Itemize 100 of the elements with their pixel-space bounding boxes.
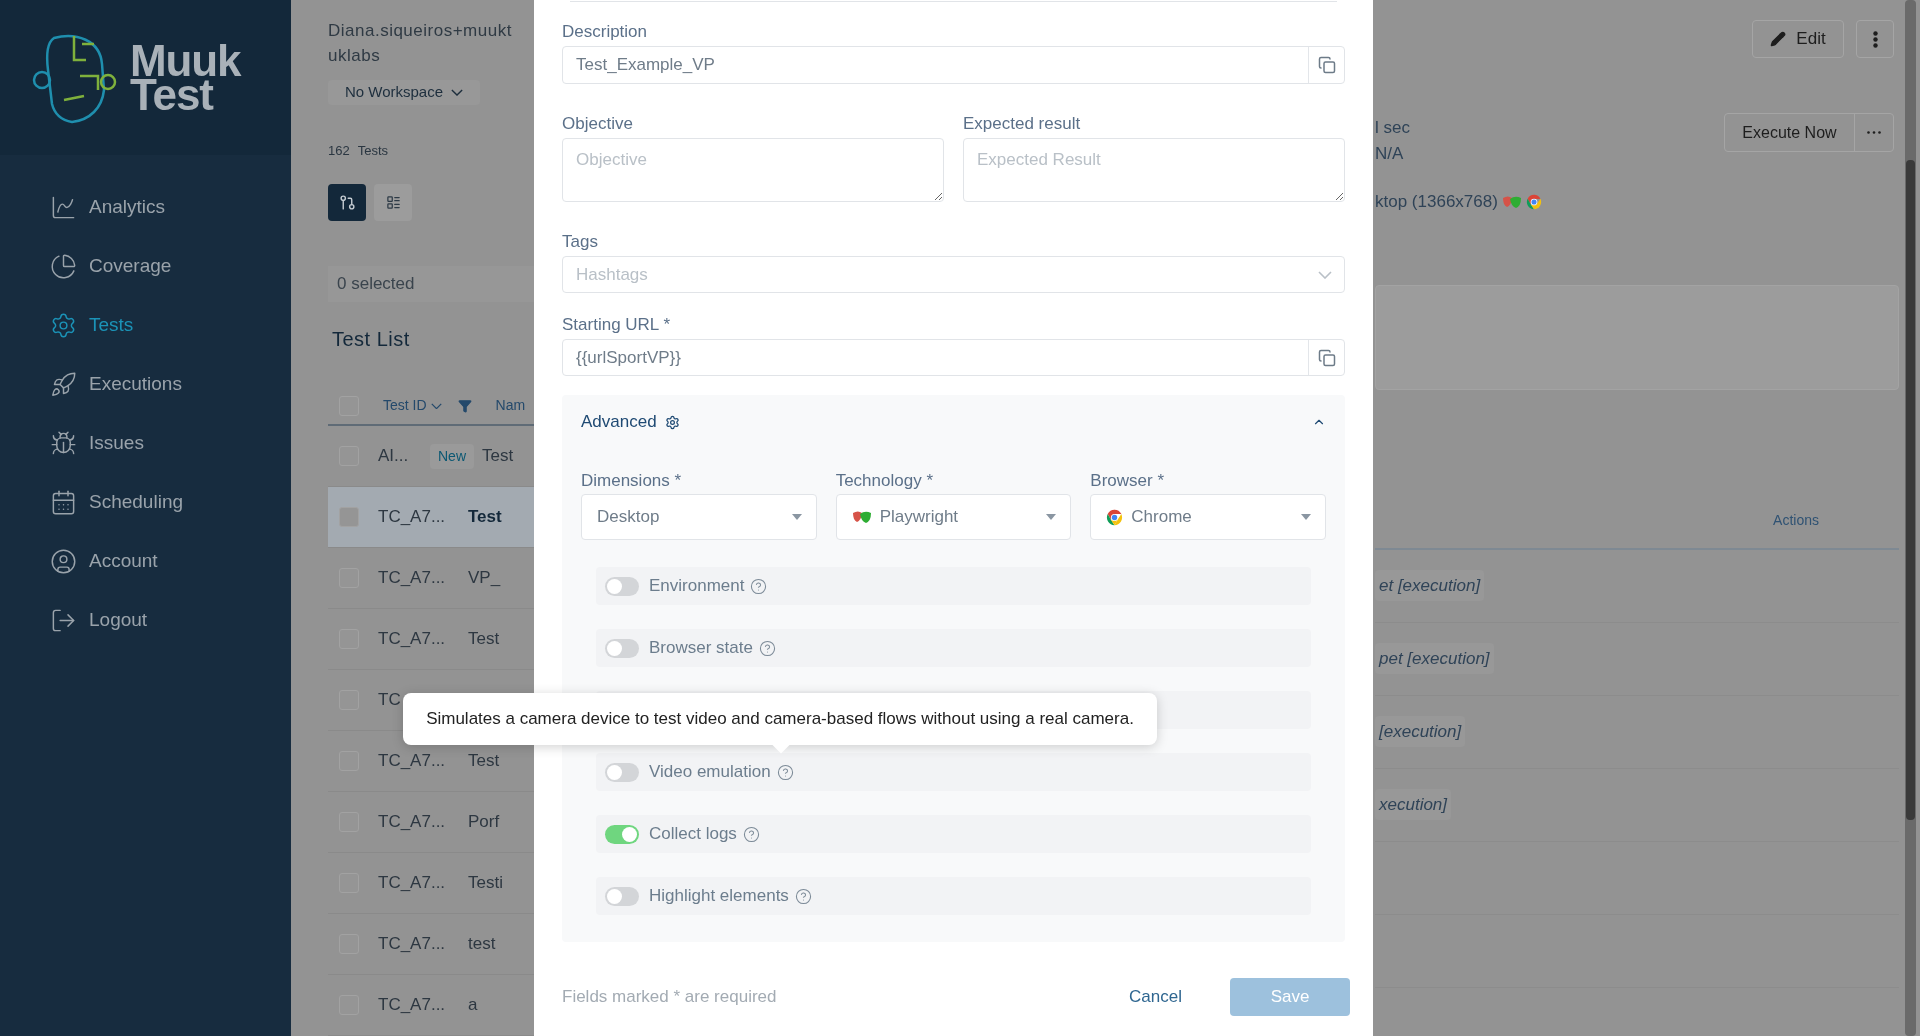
test-row[interactable]: TC_A7... test: [328, 914, 534, 975]
pencil-icon: [1770, 31, 1787, 47]
test-count: 162: [328, 141, 350, 160]
workspace-dropdown[interactable]: No Workspace: [328, 80, 480, 105]
filter-icon[interactable]: [457, 398, 472, 413]
test-row[interactable]: TC_A7... VP_: [328, 548, 534, 609]
help-icon[interactable]: [750, 577, 768, 595]
section-toggle[interactable]: Advanced: [581, 409, 657, 435]
test-name: Test: [468, 750, 500, 773]
dropdown[interactable]: Playwright: [835, 494, 1072, 540]
description-field[interactable]: Test_Example_VP: [562, 46, 1345, 84]
option-label: Highlight elements: [649, 885, 789, 908]
field-label: Tags: [562, 231, 599, 253]
user-email: Diana.siqueiros+muukt: [328, 20, 513, 42]
test-row[interactable]: TC_A7... a: [328, 975, 534, 1036]
user-icon: [50, 547, 77, 575]
dropdown[interactable]: Chrome: [1090, 494, 1326, 540]
selection-count: 0 selected: [337, 273, 415, 296]
nav-item[interactable]: Account: [0, 543, 291, 579]
masks-icon: [851, 509, 872, 525]
text-area[interactable]: Expected Result: [963, 138, 1345, 202]
rocket-icon: [50, 370, 77, 398]
nav-item[interactable]: Logout: [0, 602, 291, 638]
field-label: Technology *: [835, 470, 934, 492]
chevron-down-icon: [451, 88, 464, 96]
test-name: Test: [468, 506, 502, 529]
required-note: Fields marked * are required: [562, 986, 778, 1009]
test-name: Test: [468, 628, 500, 651]
help-icon[interactable]: [776, 763, 794, 781]
ellipsis-icon: [1867, 131, 1881, 134]
list-title: Test List: [331, 326, 411, 352]
test-row[interactable]: TC_A7... Testi: [328, 853, 534, 914]
column-header[interactable]: Test ID: [383, 395, 427, 417]
pie-chart-icon: [50, 252, 77, 280]
help-icon[interactable]: [794, 887, 812, 905]
copy-icon: [1317, 348, 1336, 367]
logo-text: Muuk: [130, 43, 241, 78]
test-name: test: [468, 933, 496, 956]
detail-value: l sec: [1375, 117, 1410, 139]
browser-logo-icon: [1525, 193, 1542, 210]
test-name: Test: [482, 445, 514, 468]
nav-item[interactable]: Analytics: [0, 189, 291, 225]
nav-item[interactable]: Tests: [0, 307, 291, 343]
caret-down-icon: [1301, 514, 1311, 520]
gear-icon: [50, 311, 77, 339]
cancel-button[interactable]: Cancel: [1129, 984, 1182, 1010]
toggle-switch[interactable]: [605, 762, 639, 782]
test-row[interactable]: TC_A7... Porf: [328, 792, 534, 853]
help-icon[interactable]: [758, 639, 776, 657]
dropdown[interactable]: Desktop: [581, 494, 817, 540]
test-count-label: Tests: [357, 141, 389, 160]
url-field[interactable]: {{urlSportVP}}: [562, 339, 1345, 376]
column-header: Actions: [1773, 510, 1819, 530]
step-tag: et [execution]: [1375, 569, 1485, 602]
chevron-down-icon: [430, 402, 442, 410]
text-area[interactable]: Objective: [562, 138, 944, 202]
field-label: Expected result: [963, 113, 1082, 135]
test-row[interactable]: TC_A7... Test: [328, 487, 534, 548]
toggle-switch[interactable]: [605, 576, 639, 596]
browser-logo-icon: [1106, 508, 1124, 526]
test-row[interactable]: TC_A7... Test: [328, 609, 534, 670]
field-label: Dimensions *: [581, 470, 683, 492]
chevron-down-icon: [1318, 270, 1332, 279]
option-label: Browser state: [649, 637, 753, 660]
test-name: Testi: [468, 872, 503, 895]
field-label: Description: [562, 21, 649, 43]
field-label: Browser *: [1090, 470, 1165, 492]
field-label: Objective: [562, 113, 634, 135]
field-label: Starting URL *: [562, 314, 672, 336]
help-icon[interactable]: [742, 825, 760, 843]
nav-item[interactable]: Coverage: [0, 248, 291, 284]
kebab-icon: [1872, 30, 1878, 48]
view-toggle-button[interactable]: [374, 184, 412, 222]
nav-item[interactable]: Issues: [0, 425, 291, 461]
copy-icon: [1317, 56, 1336, 74]
device-info: ktop (1366x768): [1375, 191, 1498, 213]
more-button[interactable]: [1856, 20, 1894, 58]
toggle-switch[interactable]: [605, 886, 639, 906]
gear-icon: [664, 414, 680, 430]
scrollbar[interactable]: [1905, 0, 1916, 1036]
test-id: AI...: [378, 445, 410, 468]
column-header[interactable]: Nam: [495, 395, 526, 417]
nav-item[interactable]: Scheduling: [0, 484, 291, 520]
flow-icon: [338, 194, 356, 212]
toggle-switch[interactable]: [605, 824, 639, 844]
test-name: Porf: [468, 811, 500, 834]
nav-item[interactable]: Executions: [0, 366, 291, 402]
view-toggle-button[interactable]: [328, 184, 366, 222]
checkbox[interactable]: [339, 507, 359, 527]
edit-button[interactable]: Edit: [1752, 20, 1844, 58]
caret-down-icon: [1046, 514, 1057, 520]
new-badge: New: [430, 443, 474, 469]
toggle-switch[interactable]: [605, 638, 639, 658]
user-email: uklabs: [328, 45, 382, 67]
option-label: Environment: [649, 575, 745, 598]
step-tag: xecution]: [1375, 788, 1452, 821]
test-id: TC: [378, 689, 402, 712]
step-tag: pet [execution]: [1375, 642, 1494, 675]
logo-text: Test: [130, 77, 214, 112]
calendar-icon: [50, 488, 77, 516]
